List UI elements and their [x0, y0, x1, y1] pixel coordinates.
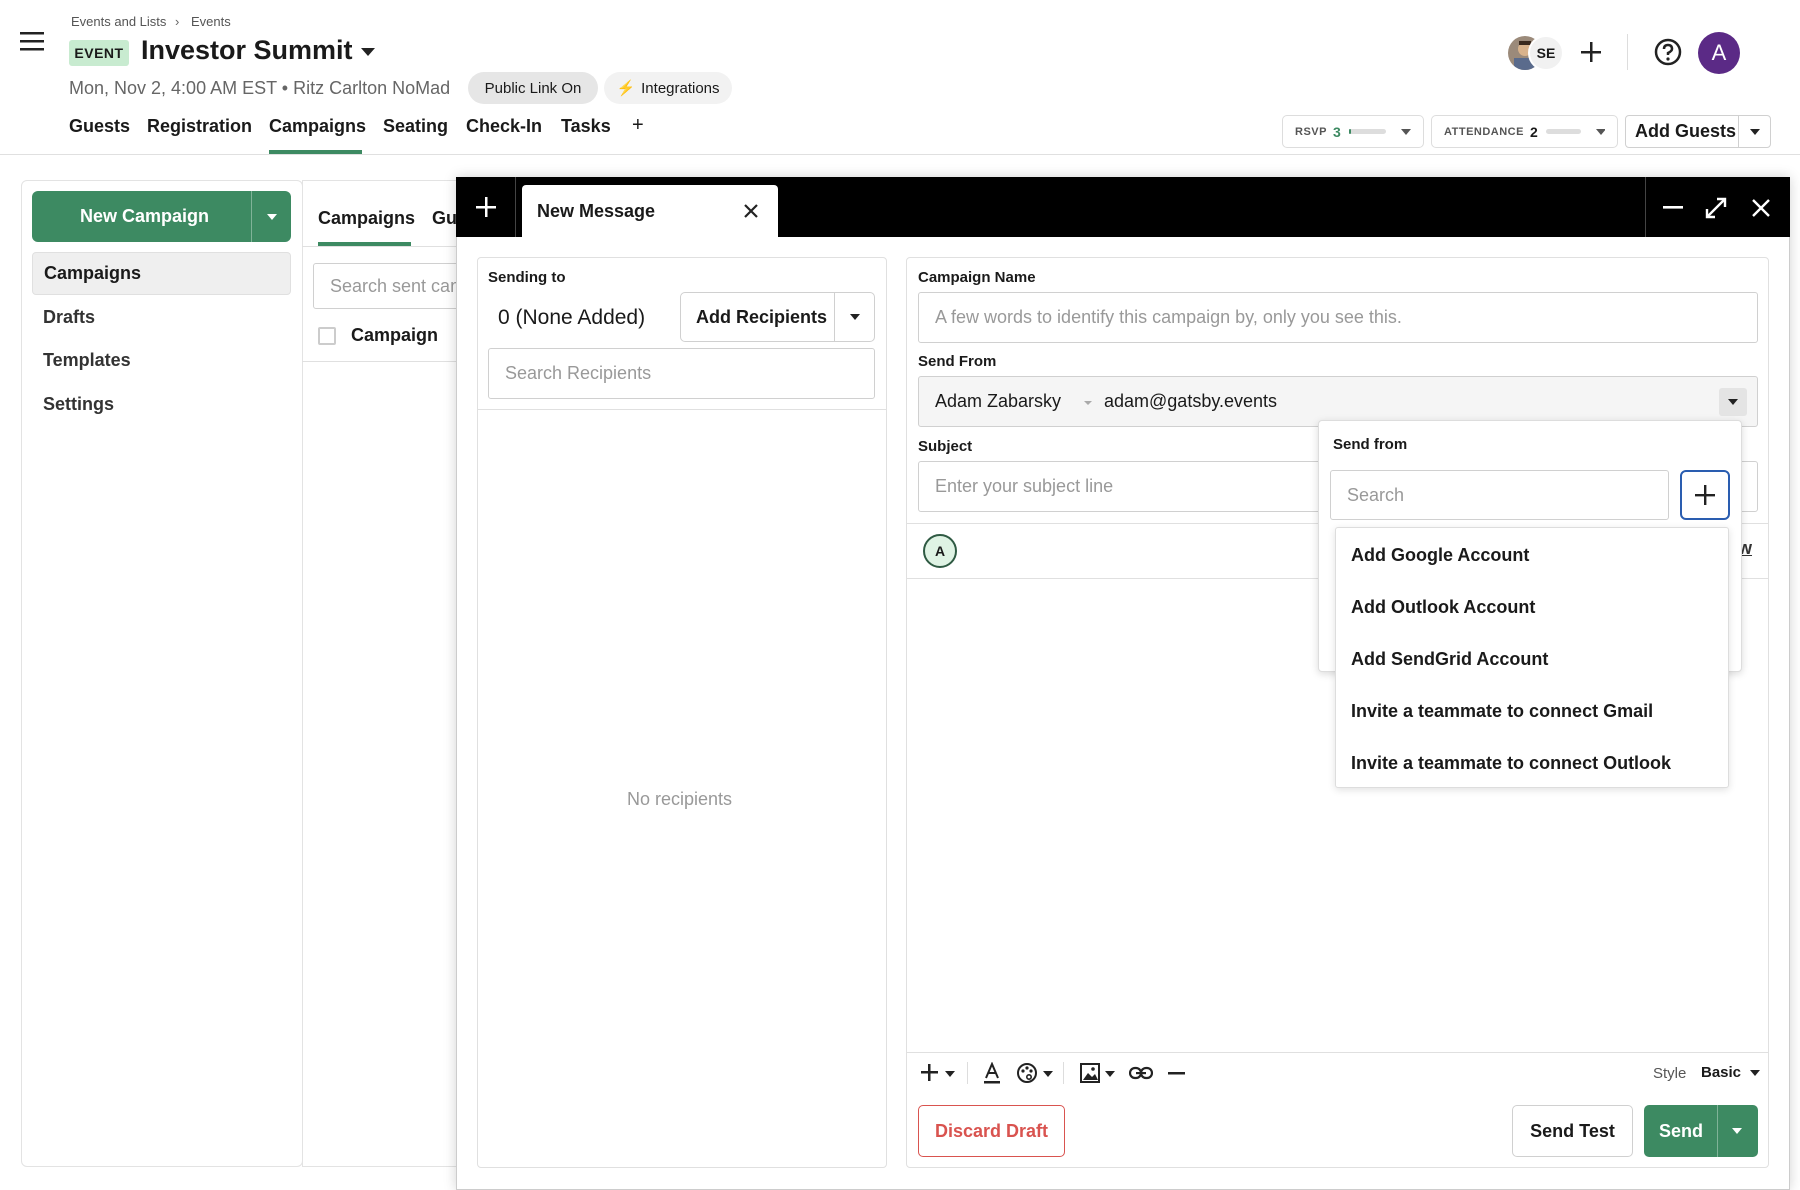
plus-icon [1695, 485, 1715, 505]
caret-down-icon [850, 314, 860, 320]
insert-plus-icon[interactable] [920, 1062, 956, 1084]
campaign-name-label: Campaign Name [918, 269, 1036, 286]
sidebar-item-templates[interactable]: Templates [32, 339, 291, 382]
discard-draft-button[interactable]: Discard Draft [918, 1105, 1065, 1157]
tab-campaigns[interactable]: Campaigns [269, 116, 366, 137]
menu-item-invite-gmail[interactable]: Invite a teammate to connect Gmail [1351, 701, 1653, 722]
expand-icon[interactable] [1704, 196, 1728, 220]
tab-campaigns-list[interactable]: Campaigns [318, 208, 415, 229]
header-divider [0, 154, 1800, 155]
tab-check-in[interactable]: Check-In [466, 116, 542, 137]
breadcrumb-item[interactable]: Events [191, 14, 231, 29]
search-recipients-input[interactable]: Search Recipients [488, 348, 875, 399]
close-modal-icon[interactable] [1752, 199, 1770, 217]
menu-icon[interactable] [20, 30, 46, 52]
send-test-button[interactable]: Send Test [1512, 1105, 1633, 1157]
tab-seating[interactable]: Seating [383, 116, 448, 137]
event-venue: Ritz Carlton NoMad [293, 78, 451, 98]
attendance-count: 2 [1529, 123, 1539, 140]
style-label: Style [1653, 1065, 1687, 1082]
add-sender-button[interactable] [1680, 470, 1730, 520]
divider-insert-icon[interactable] [1167, 1062, 1187, 1084]
add-tab-button[interactable]: + [632, 114, 644, 137]
caret-down-icon [1750, 1069, 1761, 1076]
caret-down-icon[interactable] [266, 213, 278, 221]
send-from-label: Send From [918, 353, 997, 370]
column-header-campaign[interactable]: Campaign [351, 325, 438, 346]
caret-down-icon [1750, 128, 1760, 135]
palette-icon[interactable] [1016, 1062, 1054, 1084]
subject-label: Subject [918, 438, 973, 455]
style-select[interactable]: Basic [1701, 1064, 1761, 1081]
send-from-dropdown-toggle[interactable] [1719, 388, 1747, 416]
plus-icon[interactable] [1580, 41, 1602, 63]
rsvp-stat[interactable]: RSVP 3 [1282, 115, 1424, 148]
rsvp-progress-bar [1349, 129, 1386, 134]
event-date: Mon, Nov 2, 4:00 AM EST [69, 78, 277, 98]
close-icon[interactable] [744, 204, 758, 218]
chevron-down-icon [1084, 401, 1092, 405]
attendance-stat[interactable]: ATTENDANCE 2 [1431, 115, 1618, 148]
add-guests-dropdown[interactable] [1738, 115, 1771, 148]
minimize-icon[interactable] [1663, 206, 1683, 210]
add-recipients-dropdown[interactable] [834, 292, 875, 342]
attendance-progress-bar [1546, 129, 1582, 134]
divider [1627, 34, 1628, 70]
chevron-down-icon [1400, 128, 1411, 135]
lightning-icon: ⚡ [616, 80, 636, 97]
menu-item-add-sendgrid[interactable]: Add SendGrid Account [1351, 649, 1548, 670]
message-tab[interactable]: New Message [522, 185, 778, 237]
new-campaign-button[interactable]: New Campaign [32, 191, 291, 242]
send-button[interactable]: Send [1644, 1105, 1758, 1157]
sending-to-label: Sending to [488, 269, 566, 286]
campaign-name-input[interactable]: A few words to identify this campaign by… [918, 292, 1758, 343]
event-badge: EVENT [69, 40, 129, 66]
sender-email: adam@gatsby.events [1104, 391, 1278, 411]
image-icon[interactable] [1079, 1062, 1117, 1084]
menu-item-add-google[interactable]: Add Google Account [1351, 545, 1529, 566]
tab-tasks[interactable]: Tasks [561, 116, 611, 137]
breadcrumb-item[interactable]: Events and Lists [71, 14, 166, 29]
no-recipients-text: No recipients [627, 789, 733, 809]
add-account-menu: Add Google Account Add Outlook Account A… [1335, 527, 1729, 788]
help-icon[interactable] [1654, 38, 1682, 66]
send-from-search-input[interactable]: Search [1330, 470, 1669, 520]
sidebar-item-campaigns[interactable]: Campaigns [32, 252, 291, 295]
send-from-dropdown-title: Send from [1333, 436, 1408, 453]
menu-item-add-outlook[interactable]: Add Outlook Account [1351, 597, 1535, 618]
link-icon[interactable] [1129, 1062, 1153, 1084]
caret-down-icon[interactable] [360, 47, 376, 57]
caret-down-icon[interactable] [1731, 1127, 1743, 1135]
sidebar-item-settings[interactable]: Settings [32, 383, 291, 426]
public-link-pill[interactable]: Public Link On [468, 72, 598, 104]
breadcrumb: Events and Lists › Events [71, 14, 271, 30]
sender-name: Adam Zabarsky [935, 391, 1062, 411]
event-subline: Mon, Nov 2, 4:00 AM EST • Ritz Carlton N… [69, 78, 451, 98]
rsvp-count: 3 [1332, 123, 1342, 140]
event-title[interactable]: Investor Summit [141, 35, 353, 66]
chevron-right-icon: › [175, 14, 180, 29]
text-color-icon[interactable] [982, 1062, 1002, 1084]
new-tab-plus-icon[interactable] [475, 196, 497, 218]
search-campaigns-input[interactable]: Search sent campaigns [313, 263, 473, 309]
collaborator-avatar[interactable]: SE [1528, 35, 1564, 71]
sidebar-item-drafts[interactable]: Drafts [32, 296, 291, 339]
middle-tab-divider [302, 246, 457, 247]
menu-item-invite-outlook[interactable]: Invite a teammate to connect Outlook [1351, 753, 1671, 774]
caret-down-icon [1728, 399, 1738, 405]
tab-guests[interactable]: Guests [69, 116, 130, 137]
recipient-count: 0 (None Added) [498, 306, 646, 329]
tab-guests-list[interactable]: Gu [432, 208, 457, 229]
sender-avatar: A [923, 534, 957, 568]
select-all-checkbox[interactable] [318, 327, 336, 345]
list-header-divider [302, 361, 457, 362]
integrations-pill[interactable]: ⚡ Integrations [604, 72, 732, 104]
user-avatar[interactable]: A [1698, 32, 1740, 74]
chevron-down-icon [1596, 128, 1605, 135]
tab-registration[interactable]: Registration [147, 116, 252, 137]
